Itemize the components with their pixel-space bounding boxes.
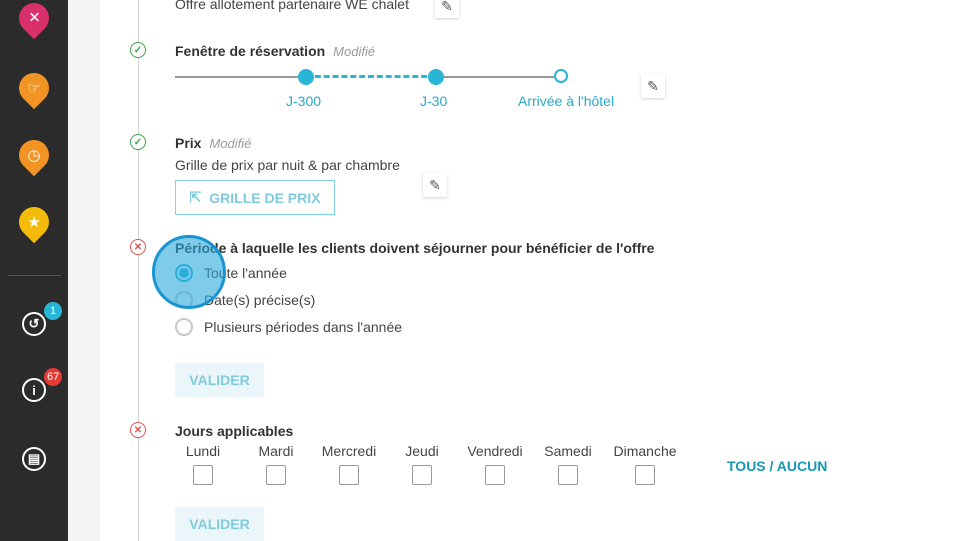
booking-window-modified: Modifié <box>333 44 376 59</box>
price-modified: Modifié <box>209 136 252 151</box>
sidebar: ✕ ☞ ◷ ★ ↺ 1 i 67 ▤ <box>0 0 68 541</box>
radio-option-multiple-periods[interactable]: Plusieurs périodes dans l'année <box>175 318 402 336</box>
sidebar-item-info[interactable]: i 67 <box>0 368 68 402</box>
slider-label-end: J-30 <box>420 93 448 109</box>
price-section: Prix Modifié <box>175 135 251 151</box>
day-tuesday: Mardi <box>236 443 316 485</box>
sidebar-item-restaurant[interactable]: ✕ <box>0 0 68 40</box>
day-label-sunday: Dimanche <box>613 443 677 459</box>
edit-price-button[interactable]: ✎ <box>423 173 447 197</box>
edit-offer-name-button[interactable]: ✎ <box>435 0 459 18</box>
checkbox-sunday[interactable] <box>635 465 655 485</box>
all-none-toggle-link[interactable]: TOUS / AUCUN <box>727 458 827 474</box>
hand-icon: ☞ <box>27 79 41 97</box>
radio-label-multiple-periods: Plusieurs périodes dans l'année <box>204 319 403 335</box>
sidebar-divider <box>8 275 61 276</box>
booking-window-status-icon: ✓ <box>130 42 146 58</box>
clock-icon: ◷ <box>27 146 41 164</box>
checkbox-thursday[interactable] <box>412 465 432 485</box>
slider-label-arrival: Arrivée à l'hôtel <box>518 93 615 109</box>
pencil-icon: ✎ <box>647 77 659 94</box>
radio-label-specific-dates: Date(s) précise(s) <box>204 292 316 308</box>
sidebar-item-spa[interactable]: ☞ <box>0 66 68 110</box>
stay-period-validate-button[interactable]: VALIDER <box>175 363 264 397</box>
day-label-monday: Lundi <box>185 443 221 459</box>
booking-window-section: Fenêtre de réservation Modifié <box>175 43 375 59</box>
star-icon: ★ <box>27 213 41 231</box>
edit-booking-window-button[interactable]: ✎ <box>641 74 665 98</box>
price-grid-button-label: GRILLE DE PRIX <box>209 189 321 206</box>
pencil-icon: ✎ <box>429 176 441 193</box>
sidebar-item-luggage[interactable]: ▤ <box>0 447 68 471</box>
stay-period-title: Période à laquelle les clients doivent s… <box>175 240 655 256</box>
stay-period-status-icon: ✕ <box>130 239 146 255</box>
history-icon: ↺ <box>22 312 46 336</box>
day-label-friday: Vendredi <box>467 443 523 459</box>
progress-timeline <box>138 0 139 541</box>
day-wednesday: Mercredi <box>309 443 389 485</box>
booking-window-title: Fenêtre de réservation <box>175 43 326 59</box>
slider-track-left <box>175 76 306 78</box>
price-grid-button[interactable]: ⇱ GRILLE DE PRIX <box>175 180 335 215</box>
day-saturday: Samedi <box>528 443 608 485</box>
external-link-icon: ⇱ <box>189 189 202 205</box>
info-icon: i <box>22 378 46 402</box>
luggage-icon: ▤ <box>22 447 46 471</box>
sidebar-item-favorites[interactable]: ★ <box>0 200 68 244</box>
offer-name-text: Offre allotement partenaire WE chalet <box>175 0 409 12</box>
day-label-tuesday: Mardi <box>258 443 294 459</box>
checkbox-saturday[interactable] <box>558 465 578 485</box>
checkbox-tuesday[interactable] <box>266 465 286 485</box>
slider-endpoint-arrival <box>554 69 568 83</box>
days-title: Jours applicables <box>175 423 294 439</box>
day-label-saturday: Samedi <box>544 443 592 459</box>
slider-label-start: J-300 <box>286 93 322 109</box>
day-label-wednesday: Mercredi <box>321 443 377 459</box>
sidebar-item-timing[interactable]: ◷ <box>0 133 68 177</box>
checkbox-friday[interactable] <box>485 465 505 485</box>
day-label-thursday: Jeudi <box>405 443 439 459</box>
day-thursday: Jeudi <box>382 443 462 485</box>
checkbox-monday[interactable] <box>193 465 213 485</box>
day-monday: Lundi <box>163 443 243 485</box>
sidebar-item-history[interactable]: ↺ 1 <box>0 302 68 336</box>
slider-handle-start[interactable] <box>298 69 314 85</box>
checkbox-wednesday[interactable] <box>339 465 359 485</box>
price-description: Grille de prix par nuit & par chambre <box>175 157 400 173</box>
cutlery-icon: ✕ <box>27 9 41 27</box>
radio-multiple-periods[interactable] <box>175 318 193 336</box>
history-badge: 1 <box>44 302 62 320</box>
price-title: Prix <box>175 135 202 151</box>
day-sunday: Dimanche <box>605 443 685 485</box>
slider-handle-end[interactable] <box>428 69 444 85</box>
day-friday: Vendredi <box>455 443 535 485</box>
pencil-icon: ✎ <box>441 0 453 14</box>
info-badge: 67 <box>44 368 63 386</box>
days-validate-button[interactable]: VALIDER <box>175 507 264 541</box>
click-highlight <box>152 235 226 309</box>
price-status-icon: ✓ <box>130 134 146 150</box>
slider-range-selected <box>306 75 436 78</box>
days-status-icon: ✕ <box>130 422 146 438</box>
slider-track-right <box>436 76 560 78</box>
